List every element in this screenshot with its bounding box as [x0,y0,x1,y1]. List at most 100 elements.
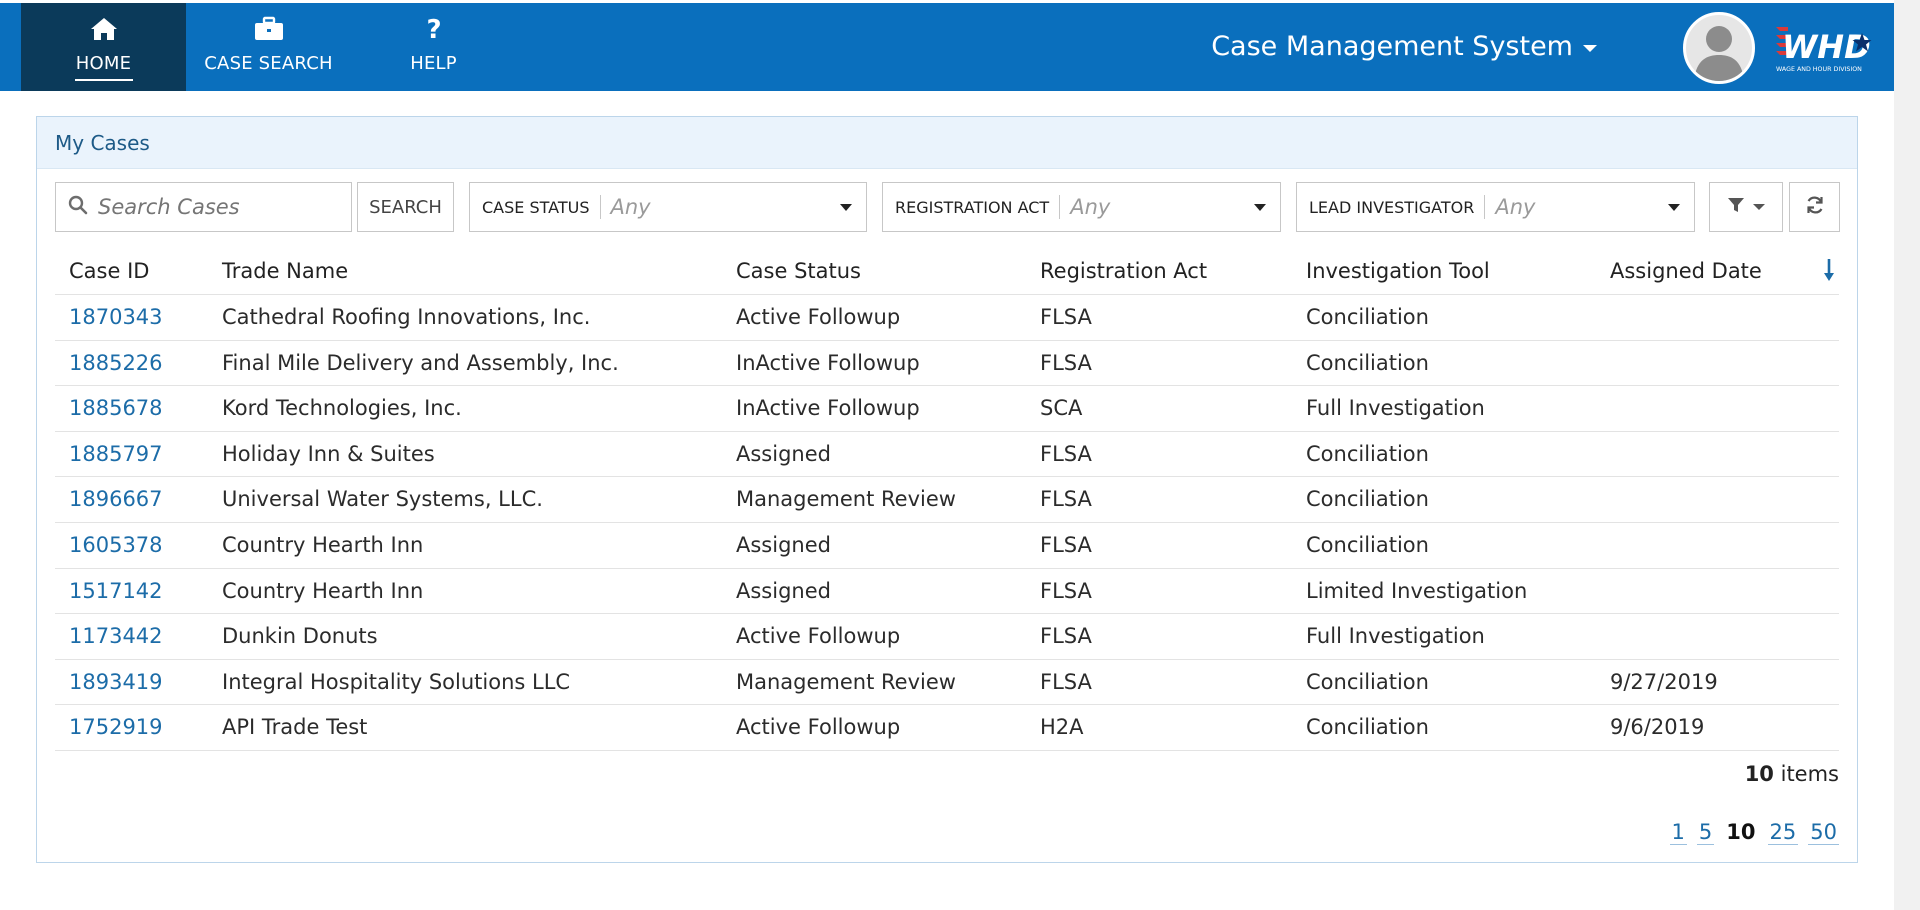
trade-name-cell: Country Hearth Inn [222,578,424,603]
column-header-case-status[interactable]: Case Status [736,259,861,283]
case-id-link[interactable]: 1517142 [69,579,163,603]
question-icon: ? [351,15,516,43]
registration-act-cell: SCA [1040,396,1083,421]
filter-separator [599,195,601,219]
items-count-number: 10 [1744,762,1774,786]
case-status-cell: InActive Followup [736,396,920,421]
my-cases-panel: My Cases SEARCH CASE STATUS Any REGISTRA… [36,116,1858,863]
registration-act-cell: FLSA [1040,624,1092,649]
table-row[interactable]: 1752919 API Trade Test Active Followup H2A C… [55,705,1839,751]
top-navigation-bar: HOME CASE SEARCH ? HELP Case Management … [0,3,1894,91]
investigation-tool-cell: Conciliation [1306,305,1429,329]
investigation-tool-cell: Limited Investigation [1306,578,1528,603]
items-count: 10 items [1745,762,1839,786]
case-id-link[interactable]: 1885678 [69,396,163,420]
app-title-dropdown[interactable]: Case Management System [1211,31,1597,62]
investigation-tool-cell: Full Investigation [1306,624,1485,649]
search-cases-input[interactable] [98,195,338,219]
case-id-link[interactable]: 1893419 [69,670,163,694]
chevron-down-icon [1254,203,1266,211]
case-id-link[interactable]: 1885226 [69,351,163,375]
filter-separator [1484,195,1486,219]
chevron-down-icon [840,203,852,211]
page-size-selector: 1 5 10 25 50 [1669,820,1839,845]
lead-investigator-filter[interactable]: LEAD INVESTIGATOR Any [1296,182,1695,232]
table-row[interactable]: 1885226 Final Mile Delivery and Assembly,… [55,341,1839,387]
trade-name-cell: Holiday Inn & Suites [222,441,435,466]
nav-tab-home[interactable]: HOME [21,3,186,91]
investigation-tool-cell: Full Investigation [1306,396,1485,421]
table-row[interactable]: 1885797 Holiday Inn & Suites Assigned FLSA C… [55,432,1839,478]
page-scrollbar[interactable] [1894,0,1920,910]
user-silhouette-icon [1694,26,1744,81]
app-title: Case Management System [1211,31,1573,62]
trade-name-cell: Integral Hospitality Solutions LLC [222,669,571,694]
case-id-link[interactable]: 1870343 [69,305,163,329]
trade-name-cell: Cathedral Roofing Innovations, Inc. [222,305,591,329]
panel-title: My Cases [55,130,150,155]
nav-tab-case-search[interactable]: CASE SEARCH [186,3,351,91]
table-row[interactable]: 1893419 Integral Hospitality Solutions LL… [55,660,1839,706]
case-id-link[interactable]: 1173442 [69,624,163,648]
registration-act-cell: FLSA [1040,441,1092,466]
registration-act-cell: FLSA [1040,305,1092,329]
table-row[interactable]: 1885678 Kord Technologies, Inc. InActive F… [55,386,1839,432]
case-status-cell: Active Followup [736,305,901,329]
table-header: Case ID Trade Name Case Status Registrat… [55,247,1839,295]
page-size-option[interactable]: 50 [1808,820,1839,845]
page-size-option[interactable]: 1 [1669,820,1687,845]
case-id-link[interactable]: 1896667 [69,487,163,511]
column-header-investigation-tool[interactable]: Investigation Tool [1306,259,1490,283]
case-status-filter-value: Any [610,195,651,219]
case-status-filter[interactable]: CASE STATUS Any [469,182,867,232]
table-row[interactable]: 1896667 Universal Water Systems, LLC. Mana… [55,477,1839,523]
registration-act-cell: FLSA [1040,578,1092,603]
registration-act-cell: FLSA [1040,350,1092,375]
case-status-cell: Management Review [736,487,956,512]
sort-descending-icon[interactable] [1822,257,1836,283]
trade-name-cell: Country Hearth Inn [222,532,424,557]
logo-subtext: WAGE AND HOUR DIVISION [1776,66,1862,73]
case-id-link[interactable]: 1885797 [69,442,163,466]
nav-tab-home-label: HOME [75,53,132,74]
table-row[interactable]: 1605378 Country Hearth Inn Assigned FLSA Con… [55,523,1839,569]
case-id-link[interactable]: 1605378 [69,533,163,557]
table-row[interactable]: 1517142 Country Hearth Inn Assigned FLSA Lim… [55,569,1839,615]
nav-tab-case-search-label: CASE SEARCH [204,53,333,74]
home-icon [21,15,186,43]
column-header-trade-name[interactable]: Trade Name [222,259,348,283]
column-header-registration-act[interactable]: Registration Act [1040,259,1207,283]
registration-act-cell: FLSA [1040,669,1092,694]
search-cases-box[interactable] [55,182,352,232]
investigation-tool-cell: Conciliation [1306,350,1429,375]
case-status-cell: Active Followup [736,624,901,649]
lead-investigator-filter-value: Any [1495,195,1536,219]
case-status-cell: Active Followup [736,715,901,740]
table-body: 1870343 Cathedral Roofing Innovations, In… [55,295,1839,751]
filter-menu-button[interactable] [1709,182,1783,232]
page-size-option[interactable]: 10 [1724,820,1757,845]
search-button[interactable]: SEARCH [357,182,454,232]
column-header-assigned-date[interactable]: Assigned Date [1610,259,1762,283]
case-status-cell: Assigned [736,578,831,603]
case-id-link[interactable]: 1752919 [69,715,163,739]
case-status-cell: Management Review [736,669,956,694]
refresh-button[interactable] [1789,182,1840,232]
registration-act-filter[interactable]: REGISTRATION ACT Any [882,182,1281,232]
svg-text:?: ? [426,15,441,43]
investigation-tool-cell: Conciliation [1306,532,1429,557]
chevron-down-icon [1753,204,1765,210]
briefcase-icon [186,15,351,43]
investigation-tool-cell: Conciliation [1306,487,1429,512]
page-size-option[interactable]: 5 [1696,820,1715,845]
trade-name-cell: Universal Water Systems, LLC. [222,487,543,512]
column-header-case-id[interactable]: Case ID [69,259,149,283]
trade-name-cell: Final Mile Delivery and Assembly, Inc. [222,350,619,375]
case-status-cell: InActive Followup [736,350,920,375]
nav-tab-help[interactable]: ? HELP [351,3,516,91]
panel-header: My Cases [37,117,1857,169]
table-row[interactable]: 1870343 Cathedral Roofing Innovations, In… [55,295,1839,341]
table-row[interactable]: 1173442 Dunkin Donuts Active Followup FLSA F… [55,614,1839,660]
user-avatar[interactable] [1683,12,1755,84]
page-size-option[interactable]: 25 [1767,820,1799,845]
